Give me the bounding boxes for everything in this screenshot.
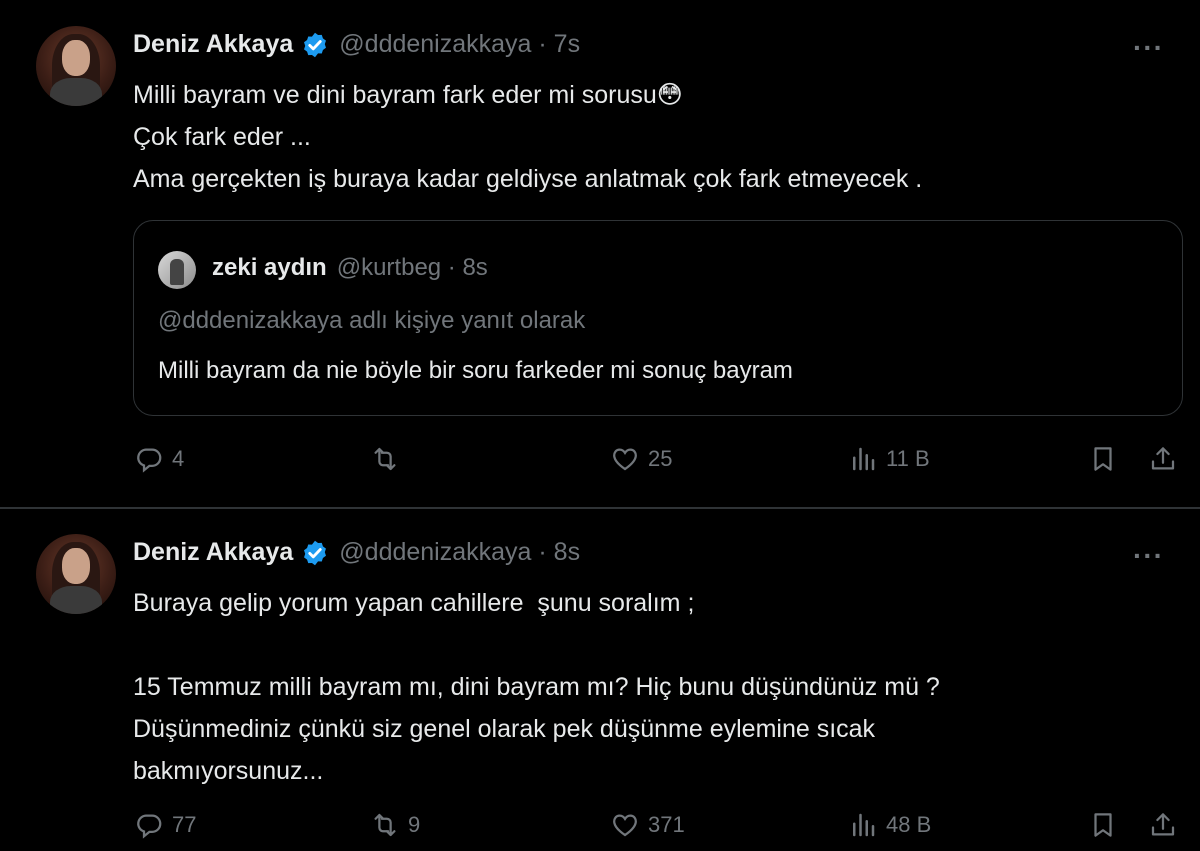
repost-icon bbox=[374, 447, 396, 471]
tweet-header: Deniz Akkaya @dddenizakkaya · 7s bbox=[133, 30, 580, 59]
views-count: 48 B bbox=[886, 812, 932, 837]
author-name[interactable]: Deniz Akkaya bbox=[133, 30, 293, 59]
like-count: 371 bbox=[648, 812, 685, 837]
avatar[interactable] bbox=[36, 26, 116, 106]
views-icon bbox=[853, 813, 875, 837]
like-count: 25 bbox=[648, 446, 673, 471]
author-handle-time[interactable]: @dddenizakkaya · 7s bbox=[339, 30, 580, 59]
author-handle-time[interactable]: @dddenizakkaya · 8s bbox=[339, 538, 580, 567]
bookmark-icon bbox=[1094, 813, 1112, 837]
divider bbox=[0, 507, 1200, 509]
share-button[interactable] bbox=[1148, 444, 1178, 474]
repost-button[interactable]: 9 bbox=[370, 810, 420, 840]
like-icon bbox=[613, 814, 637, 837]
share-icon bbox=[1151, 447, 1175, 470]
like-icon bbox=[613, 448, 637, 471]
repost-icon bbox=[374, 813, 396, 837]
repost-count: 9 bbox=[408, 812, 421, 837]
share-button[interactable] bbox=[1148, 810, 1178, 840]
quoted-tweet[interactable]: zeki aydın @kurtbeg · 8s @dddenizakkaya … bbox=[133, 220, 1183, 416]
more-icon[interactable]: ··· bbox=[1133, 540, 1164, 572]
avatar[interactable] bbox=[36, 534, 116, 614]
views-icon bbox=[853, 447, 875, 471]
tweet-text: Milli bayram ve dini bayram fark eder mi… bbox=[133, 81, 923, 193]
bookmark-button[interactable] bbox=[1088, 444, 1118, 474]
bookmark-icon bbox=[1094, 447, 1112, 471]
reply-count: 4 bbox=[172, 446, 185, 471]
reply-button[interactable]: 4 bbox=[134, 444, 184, 474]
tweet-text: Buraya gelip yorum yapan cahillere şunu … bbox=[133, 589, 940, 785]
action-bar: 77 9 371 48 B bbox=[0, 810, 1200, 850]
quote-author-name[interactable]: zeki aydın bbox=[212, 254, 327, 282]
tweet-header: Deniz Akkaya @dddenizakkaya · 8s bbox=[133, 538, 580, 567]
like-button[interactable]: 371 bbox=[610, 810, 685, 840]
views-button[interactable]: 48 B bbox=[848, 810, 931, 840]
tweet[interactable]: Deniz Akkaya @dddenizakkaya · 8s ··· Bur… bbox=[0, 510, 1200, 851]
share-icon bbox=[1151, 813, 1175, 836]
like-button[interactable]: 25 bbox=[610, 444, 672, 474]
more-icon[interactable]: ··· bbox=[1133, 32, 1164, 64]
reply-icon bbox=[137, 814, 162, 839]
views-count: 11 B bbox=[886, 446, 930, 471]
bookmark-button[interactable] bbox=[1088, 810, 1118, 840]
reply-count: 77 bbox=[172, 812, 197, 837]
avatar[interactable] bbox=[158, 251, 196, 289]
quote-reply-context: @dddenizakkaya adlı kişiye yanıt olarak bbox=[158, 307, 586, 334]
author-name[interactable]: Deniz Akkaya bbox=[133, 538, 293, 567]
verified-badge-icon bbox=[304, 32, 327, 57]
tweet[interactable]: Deniz Akkaya @dddenizakkaya · 7s ··· Mil… bbox=[0, 0, 1200, 508]
verified-badge-icon bbox=[304, 540, 327, 565]
quote-text: Milli bayram da nie böyle bir soru farke… bbox=[158, 357, 793, 384]
views-button[interactable]: 11 B bbox=[848, 444, 930, 474]
action-bar: 4 25 11 B bbox=[0, 444, 1200, 484]
quote-author-handle-time[interactable]: @kurtbeg · 8s bbox=[337, 254, 488, 282]
quote-header: zeki aydın @kurtbeg · 8s bbox=[212, 254, 488, 282]
reply-icon bbox=[137, 448, 162, 473]
reply-button[interactable]: 77 bbox=[134, 810, 196, 840]
repost-button[interactable] bbox=[370, 444, 408, 474]
